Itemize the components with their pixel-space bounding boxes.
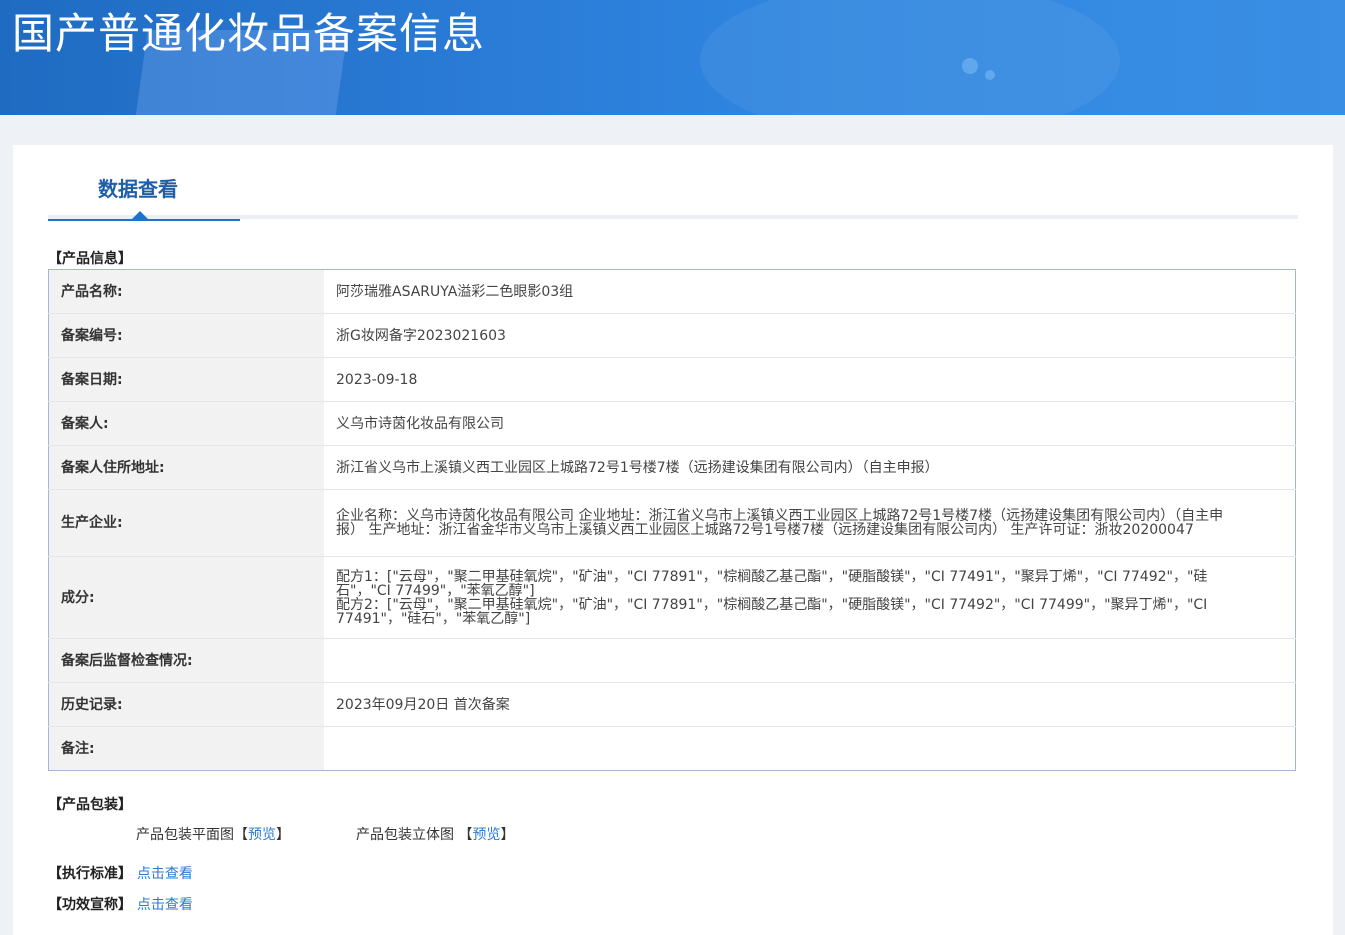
row-value-ingredients: 配方1：["云母"，"聚二甲基硅氧烷"，"矿油"，"CI 77891"，"棕榈酸… [324,556,1296,639]
header-banner: 国产普通化妆品备案信息 [0,0,1345,115]
bracket: 】 [276,827,290,843]
tab-active-indicator [48,219,240,221]
efficacy-label: 【功效宣称】 [48,897,132,913]
bracket: 【 [234,827,248,843]
package-flat-label: 产品包装平面图 [136,827,234,843]
row-value: 阿莎瑞雅ASARUYA溢彩二色眼影03组 [336,283,574,300]
packaging-heading: 【产品包装】 [48,797,132,813]
row-key: 成分: [48,556,324,639]
row-value: 浙江省义乌市上溪镇义西工业园区上城路72号1号楼7楼（远扬建设集团有限公司内）（… [324,445,1296,490]
formula-1: 配方1：["云母"，"聚二甲基硅氧烷"，"矿油"，"CI 77891"，"棕榈酸… [336,568,1208,599]
standard-heading: 【执行标准】 点击查看 [48,864,193,884]
standard-label: 【执行标准】 [48,866,132,882]
row-key: 历史记录: [48,682,324,727]
package-3d-label: 产品包装立体图 [356,827,454,843]
package-flat-preview-link[interactable]: 预览 [248,827,276,843]
table-row: 备案编号: 浙G妆网备字2023021603 [48,313,1296,358]
package-3d-preview-link[interactable]: 预览 [472,827,500,843]
product-info-heading: 【产品信息】 [48,251,132,267]
row-key: 产品名称: [48,269,324,314]
package-flat-item: 产品包装平面图【预览】 [136,825,290,845]
row-value: 义乌市诗茵化妆品有限公司 [324,401,1296,446]
banner-dot [985,70,995,80]
row-value: 2023年09月20日 首次备案 [324,682,1296,727]
row-key: 备案日期: [48,357,324,402]
row-value [324,638,1296,683]
content-card: 数据查看 【产品信息】 产品名称: 阿莎瑞雅ASARUYA溢彩二色眼影03组 备… [13,145,1333,935]
banner-dot [962,58,978,74]
row-key: 备案编号: [48,313,324,358]
table-row: 备案日期: 2023-09-18 [48,357,1296,402]
table-row: 备案人: 义乌市诗茵化妆品有限公司 [48,401,1296,446]
efficacy-heading: 【功效宣称】 点击查看 [48,895,193,915]
tab-data-view[interactable]: 数据查看 [98,175,178,203]
bracket: 【 [458,827,473,843]
table-row: 产品名称: 阿莎瑞雅ASARUYA溢彩二色眼影03组 [48,269,1296,314]
row-key: 备注: [48,726,324,771]
scrollbar-track[interactable] [1333,145,1345,926]
row-key: 生产企业: [48,489,324,557]
package-3d-item: 产品包装立体图 【预览】 [356,825,514,845]
efficacy-view-link[interactable]: 点击查看 [137,897,193,913]
row-key: 备案人: [48,401,324,446]
tab-caret-icon [132,211,148,219]
formula-2: 配方2：["云母"，"聚二甲基硅氧烷"，"矿油"，"CI 77891"，"棕榈酸… [336,596,1208,627]
standard-view-link[interactable]: 点击查看 [137,866,193,882]
table-row: 备案人住所地址: 浙江省义乌市上溪镇义西工业园区上城路72号1号楼7楼（远扬建设… [48,445,1296,490]
page-title: 国产普通化妆品备案信息 [12,9,486,58]
banner-decoration [700,0,1120,115]
bracket: 】 [500,827,515,843]
table-row: 备案后监督检查情况: [48,638,1296,683]
table-row: 历史记录: 2023年09月20日 首次备案 [48,682,1296,727]
table-row: 生产企业: 企业名称：义乌市诗茵化妆品有限公司 企业地址：浙江省义乌市上溪镇义西… [48,489,1296,557]
table-row: 备注: [48,726,1296,771]
row-value: 企业名称：义乌市诗茵化妆品有限公司 企业地址：浙江省义乌市上溪镇义西工业园区上城… [324,489,1296,557]
table-row: 成分: 配方1：["云母"，"聚二甲基硅氧烷"，"矿油"，"CI 77891"，… [48,556,1296,639]
row-value [324,726,1296,771]
product-info-table: 产品名称: 阿莎瑞雅ASARUYA溢彩二色眼影03组 备案编号: 浙G妆网备字2… [48,269,1296,771]
row-value: 2023-09-18 [324,357,1296,402]
row-key: 备案后监督检查情况: [48,638,324,683]
row-value: 浙G妆网备字2023021603 [324,313,1296,358]
row-key: 备案人住所地址: [48,445,324,490]
